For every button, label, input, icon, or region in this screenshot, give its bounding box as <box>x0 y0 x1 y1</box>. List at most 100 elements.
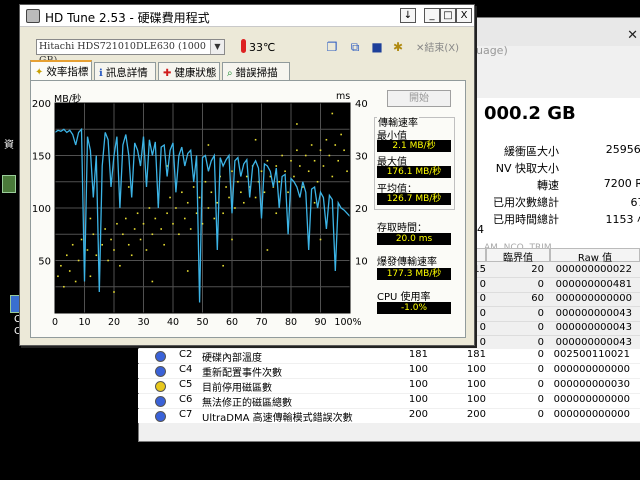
access-time-point <box>71 243 74 246</box>
smart-table-row[interactable]: C5 目前停用磁區數 100 100 0 000000000030 <box>138 379 640 394</box>
access-time-point <box>228 196 230 199</box>
y-tick-left: 100 <box>32 204 51 215</box>
access-time-point <box>287 191 289 194</box>
access-time-point <box>296 123 298 125</box>
access-time-point <box>163 243 165 246</box>
access-time-point <box>237 180 239 183</box>
info-stat-row: 已用時間總計 1153 小時 <box>489 211 640 227</box>
access-time-point <box>266 159 269 162</box>
x-tick: 30 <box>137 317 149 328</box>
y-tick-right: 40 <box>355 99 368 110</box>
smart-table-row[interactable]: C2 硬碟內部溫度 181 181 0 002500110021 <box>138 349 640 364</box>
x-tick: 80 <box>285 317 297 328</box>
access-time-point <box>254 196 257 199</box>
access-time-point <box>86 249 89 251</box>
smart-worst: 100 <box>466 379 486 390</box>
access-time-point <box>299 165 301 167</box>
access-time-point <box>68 270 71 272</box>
access-time-point <box>319 149 322 152</box>
access-time-point <box>104 228 106 230</box>
smart-header-raw[interactable]: Raw 值 <box>550 248 640 264</box>
access-time-point <box>89 217 92 220</box>
access-time-point <box>240 191 242 194</box>
access-time-point <box>127 243 130 246</box>
x-tick: 60 <box>226 317 238 328</box>
desktop-shortcut-icon[interactable] <box>2 175 16 193</box>
x-tick: 50 <box>196 317 208 328</box>
close-icon[interactable]: ✕ <box>627 28 638 43</box>
smart-table-row[interactable]: C7 UltraDMA 高速傳輸模式錯誤次數 200 200 0 000000000000 <box>138 409 640 424</box>
access-time-point <box>231 238 233 241</box>
access-time-point <box>107 259 109 262</box>
access-time-point <box>189 228 192 230</box>
access-time-point <box>133 228 136 230</box>
access-time-point <box>66 254 68 257</box>
access-time-point <box>328 154 331 157</box>
smart-worst: 200 <box>466 409 486 420</box>
start-button[interactable]: 開始 <box>387 90 451 107</box>
access-time-point <box>343 149 345 152</box>
smart-threshold: 0 <box>537 322 544 333</box>
access-time-point <box>216 201 219 204</box>
access-time-point <box>245 175 248 178</box>
access-time-point <box>178 233 180 236</box>
y-tick-left: 200 <box>32 99 51 110</box>
smart-threshold: 0 <box>537 278 544 290</box>
smart-raw: 000000000043 <box>555 322 632 333</box>
smart-threshold: 0 <box>537 349 544 360</box>
access-time-point <box>266 249 269 251</box>
access-time-point <box>281 154 283 157</box>
smart-threshold: 20 <box>531 264 544 275</box>
access-time-point <box>181 191 183 194</box>
access-time-point <box>142 222 145 225</box>
info-stat-row: 已用次數總計 67 次 <box>489 194 640 210</box>
smart-table-row[interactable]: C4 重新配置事件次數 100 100 0 000000000000 <box>138 364 640 379</box>
access-time-point <box>243 201 245 204</box>
access-time-point <box>63 285 65 288</box>
info-stat-label: 緩衝區大小 <box>504 145 559 158</box>
access-time-point <box>213 217 216 220</box>
smart-attribute-name: 硬碟內部溫度 <box>202 353 262 364</box>
access-time-point <box>290 159 292 162</box>
info-separator-text: 4 <box>477 223 484 236</box>
smart-header-threshold[interactable]: 臨界值 <box>486 248 550 264</box>
cpu-usage-label: CPU 使用率 <box>377 292 431 303</box>
access-time-point <box>169 196 171 199</box>
desktop-icon-label: 資 <box>4 140 14 151</box>
access-time-point <box>186 270 189 272</box>
x-tick: 20 <box>108 317 120 328</box>
access-time-point <box>113 249 115 251</box>
info-stat-value: 25956 KB <box>605 143 640 156</box>
smart-threshold: 0 <box>537 336 544 348</box>
smart-raw: 000000000043 <box>555 307 632 319</box>
access-time-point <box>304 154 307 157</box>
min-value: 2.1 MB/秒 <box>377 140 451 152</box>
access-time-point <box>110 238 112 241</box>
access-time-point <box>231 170 233 173</box>
smart-current: 200 <box>408 409 428 420</box>
access-time-point <box>57 275 59 278</box>
capacity-value: 000.2 GB <box>484 103 576 124</box>
smart-id: C2 <box>179 349 193 360</box>
smart-worst: 100 <box>466 364 486 375</box>
access-time-point <box>101 243 103 246</box>
access-time-point <box>222 264 224 267</box>
status-dot-icon <box>155 381 166 392</box>
hdtune-window[interactable]: HD Tune 2.53 - 硬碟費用程式 ↓ _ □ X Hitachi HD… <box>19 4 475 346</box>
access-time-point <box>337 159 339 162</box>
smart-raw: 000000000043 <box>555 336 632 348</box>
x-tick: 100% <box>334 317 361 328</box>
info-stat-value: 67 次 <box>630 196 640 209</box>
smart-id: C5 <box>179 379 193 390</box>
smart-raw: 000000000030 <box>553 379 630 390</box>
smart-table-row[interactable]: C6 無法修正的磁區總數 100 100 0 000000000000 <box>138 394 640 409</box>
access-time-point <box>296 149 298 152</box>
x-tick: 0 <box>52 317 58 328</box>
access-time-point <box>116 222 118 225</box>
access-time-point <box>201 222 204 225</box>
access-time-point <box>275 165 278 167</box>
access-time-point <box>192 186 195 188</box>
smart-raw: 000000000000 <box>555 293 632 304</box>
access-time-point <box>151 233 154 236</box>
info-stat-label: NV 快取大小 <box>495 162 559 175</box>
